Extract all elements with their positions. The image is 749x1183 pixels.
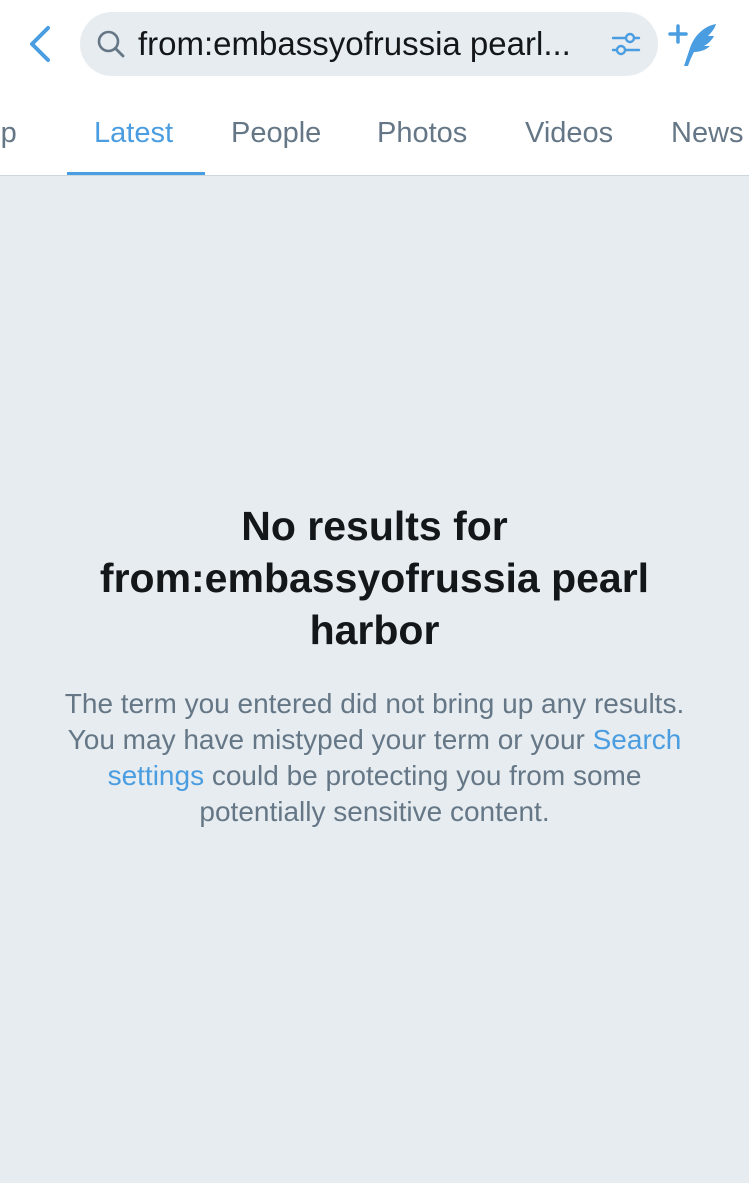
tab-latest[interactable]: Latest — [94, 88, 173, 175]
empty-title-line: from:embassyofrussia pearl — [99, 555, 650, 601]
empty-state-message: The term you entered did not bring up an… — [55, 686, 695, 830]
tab-people[interactable]: People — [231, 88, 321, 175]
tab-photos[interactable]: Photos — [377, 88, 467, 175]
sliders-icon[interactable] — [610, 28, 642, 60]
empty-title-line: No results for — [241, 503, 508, 549]
chevron-left-icon — [30, 26, 50, 62]
search-icon — [97, 30, 125, 58]
search-tabs: Top Latest People Photos Videos News — [0, 88, 749, 176]
message-text: could be protecting you from some potent… — [199, 760, 642, 827]
top-bar: from:embassyofrussia pearl... — [0, 0, 749, 88]
compose-tweet-button[interactable] — [666, 20, 726, 72]
tab-news[interactable]: News — [671, 88, 744, 175]
search-input[interactable]: from:embassyofrussia pearl... — [138, 12, 584, 76]
tab-top[interactable]: Top — [0, 88, 17, 175]
search-box[interactable]: from:embassyofrussia pearl... — [80, 12, 658, 76]
tab-videos[interactable]: Videos — [525, 88, 613, 175]
compose-tweet-icon — [668, 24, 716, 66]
message-text: The term you entered did not bring up an… — [64, 688, 685, 755]
back-button[interactable] — [18, 20, 62, 68]
empty-state: No results for from:embassyofrussia pear… — [0, 500, 749, 830]
empty-state-title: No results for from:embassyofrussia pear… — [55, 500, 695, 656]
empty-title-line: harbor — [309, 607, 440, 653]
active-tab-indicator — [67, 172, 205, 175]
